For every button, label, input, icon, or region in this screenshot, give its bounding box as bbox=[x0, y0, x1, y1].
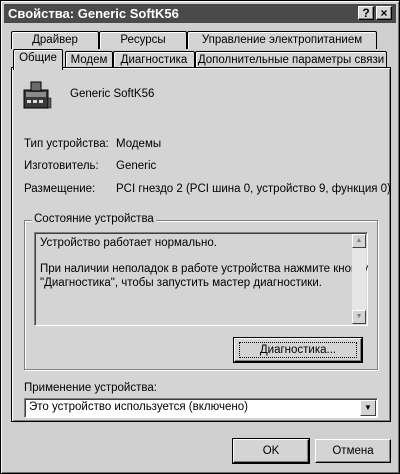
close-button[interactable]: × bbox=[376, 6, 392, 20]
ok-button[interactable]: OK bbox=[232, 438, 310, 464]
scroll-up-icon[interactable]: ▲ bbox=[352, 234, 366, 248]
scroll-down-icon[interactable]: ▼ bbox=[352, 310, 366, 324]
general-tab-panel: Generic SoftK56 Тип устройства: Модемы И… bbox=[11, 67, 391, 422]
help-button[interactable]: ? bbox=[358, 6, 374, 20]
device-status-textbox[interactable]: Устройство работает нормально. При налич… bbox=[34, 232, 368, 326]
device-usage-label: Применение устройства: bbox=[24, 382, 157, 394]
troubleshoot-button[interactable]: Диагностика... bbox=[233, 337, 363, 363]
device-usage-value: Это устройство используется (включено) bbox=[29, 401, 248, 413]
properties-dialog: Свойства: Generic SoftK56 ? × Драйвер Ре… bbox=[0, 0, 400, 474]
status-line: При наличии неполадок в работе устройств… bbox=[40, 263, 369, 275]
status-scrollbar[interactable]: ▲ ▼ bbox=[352, 234, 366, 324]
chevron-down-icon[interactable]: ▼ bbox=[360, 400, 376, 416]
device-type-label: Тип устройства: bbox=[24, 138, 109, 150]
device-name: Generic SoftK56 bbox=[70, 88, 155, 100]
device-type-value: Модемы bbox=[116, 138, 162, 150]
device-usage-select[interactable]: Это устройство используется (включено) ▼ bbox=[24, 398, 378, 418]
modem-phone-icon bbox=[22, 80, 54, 114]
location-label: Размещение: bbox=[24, 183, 96, 195]
cancel-button[interactable]: Отмена bbox=[315, 439, 391, 463]
location-value: PCI гнездо 2 (PCI шина 0, устройство 9, … bbox=[116, 183, 391, 195]
title-bar[interactable]: Свойства: Generic SoftK56 ? × bbox=[4, 4, 396, 23]
manufacturer-label: Изготовитель: bbox=[24, 160, 99, 172]
troubleshoot-button-label: Диагностика... bbox=[259, 344, 337, 356]
device-status-label: Состояние устройства bbox=[32, 213, 156, 225]
tab-power-management[interactable]: Управление электропитанием bbox=[187, 31, 377, 49]
window-title: Свойства: Generic SoftK56 bbox=[8, 6, 179, 21]
tab-general[interactable]: Общие bbox=[13, 49, 63, 70]
tab-resources[interactable]: Ресурсы bbox=[99, 31, 187, 49]
manufacturer-value: Generic bbox=[116, 160, 157, 172]
status-line: Устройство работает нормально. bbox=[40, 237, 217, 249]
tab-driver[interactable]: Драйвер bbox=[11, 31, 99, 49]
status-line: "Диагностика", чтобы запустить мастер ди… bbox=[40, 277, 322, 289]
